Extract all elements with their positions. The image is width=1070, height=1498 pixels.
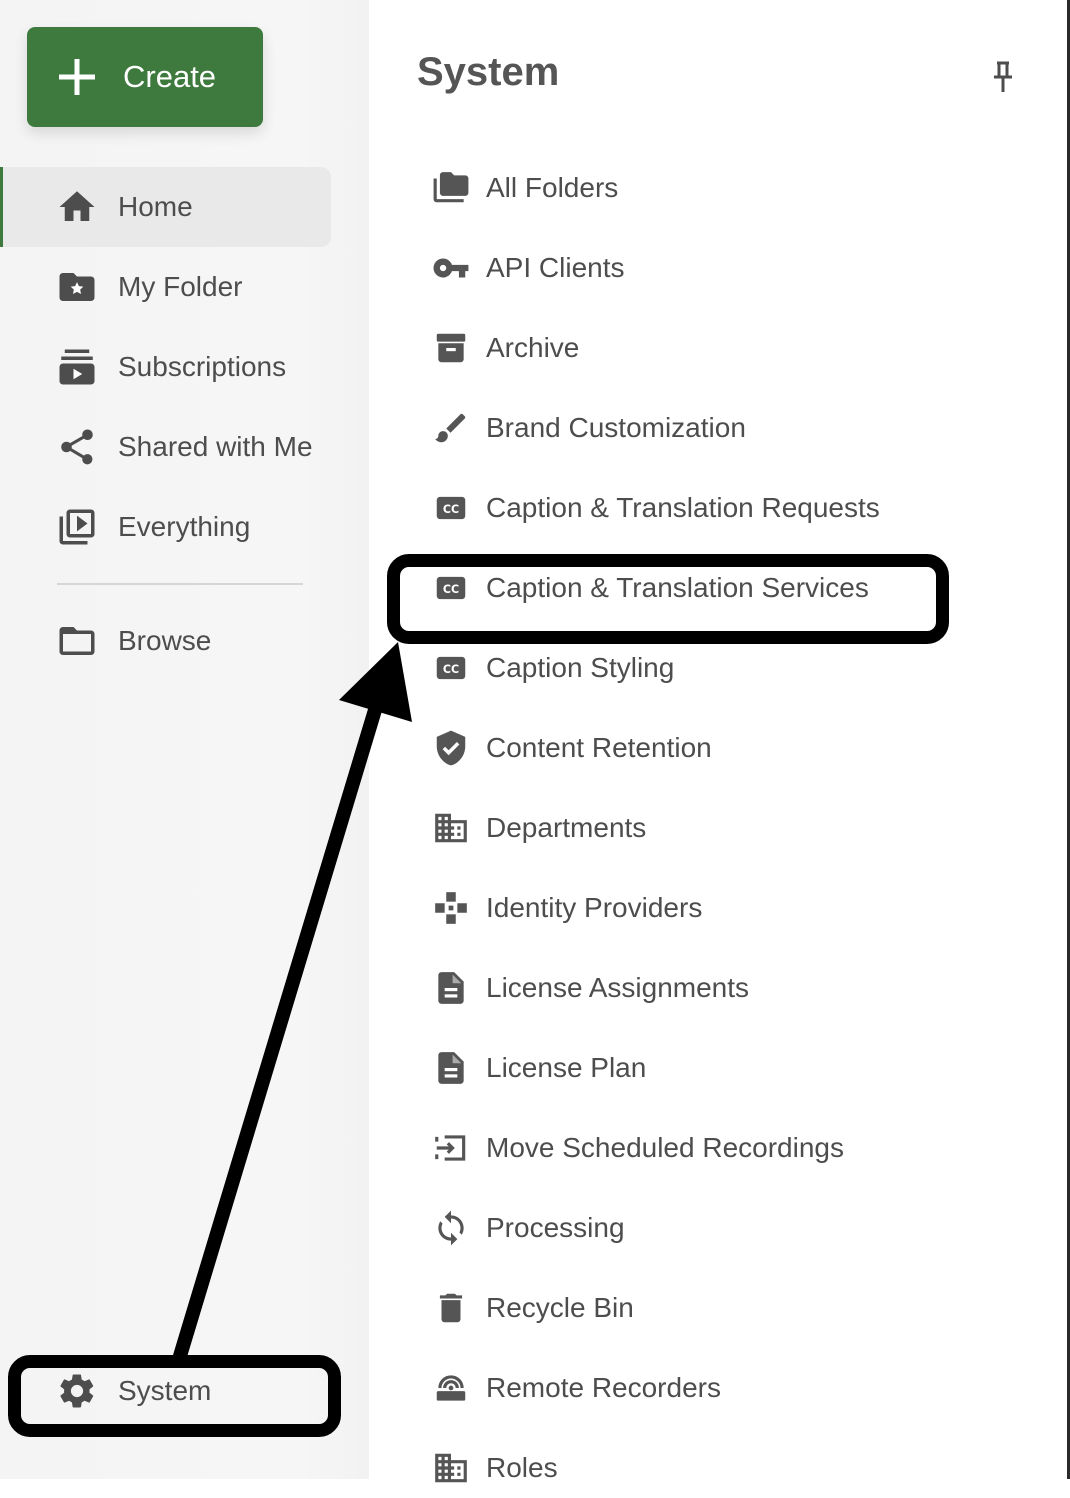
system-item-label: Brand Customization bbox=[486, 412, 746, 443]
system-item-label: Archive bbox=[486, 332, 580, 363]
building-icon bbox=[435, 1453, 467, 1483]
system-item-label: Departments bbox=[486, 812, 647, 843]
closed-caption-icon: CC bbox=[436, 496, 466, 520]
folder-outline-icon bbox=[59, 627, 95, 655]
sidebar-item-label: My Folder bbox=[118, 271, 243, 302]
gear-icon bbox=[60, 1374, 94, 1408]
system-item-label: Caption & Translation Requests bbox=[486, 492, 880, 523]
closed-caption-icon: CC bbox=[436, 576, 466, 600]
closed-caption-icon: CC bbox=[436, 656, 466, 680]
sidebar-item-label: Subscriptions bbox=[118, 351, 287, 382]
system-item-label: Caption & Translation Services bbox=[486, 572, 869, 603]
system-item-caption-translation-services[interactable]: CC Caption & Translation Services bbox=[432, 558, 869, 618]
document-icon bbox=[438, 1052, 464, 1084]
connection-icon bbox=[435, 892, 467, 924]
archive-icon bbox=[436, 333, 466, 363]
sync-icon bbox=[438, 1210, 464, 1246]
subscriptions-icon bbox=[59, 349, 95, 385]
system-item-archive[interactable]: Archive bbox=[432, 318, 579, 378]
left-sidebar: Create Home My Folder Subscriptions Shar… bbox=[0, 0, 369, 1479]
system-item-roles[interactable]: Roles bbox=[432, 1438, 558, 1498]
system-item-label: Recycle Bin bbox=[486, 1292, 634, 1323]
svg-text:CC: CC bbox=[443, 583, 459, 596]
folder-star-icon bbox=[59, 273, 95, 301]
key-icon bbox=[433, 258, 469, 278]
system-item-content-retention[interactable]: Content Retention bbox=[432, 718, 712, 778]
sidebar-item-everything[interactable]: Everything bbox=[0, 487, 331, 567]
system-item-caption-styling[interactable]: CC Caption Styling bbox=[432, 638, 674, 698]
system-item-label: Move Scheduled Recordings bbox=[486, 1132, 844, 1163]
sidebar-item-label: System bbox=[118, 1375, 212, 1406]
system-item-caption-translation-requests[interactable]: CC Caption & Translation Requests bbox=[432, 478, 880, 538]
system-panel-title: System bbox=[417, 50, 560, 94]
sidebar-item-my-folder[interactable]: My Folder bbox=[0, 247, 331, 327]
system-item-recycle-bin[interactable]: Recycle Bin bbox=[432, 1278, 634, 1338]
system-item-label: Roles bbox=[486, 1452, 558, 1483]
share-icon bbox=[61, 429, 93, 465]
system-item-remote-recorders[interactable]: Remote Recorders bbox=[432, 1358, 721, 1418]
system-item-all-folders[interactable]: All Folders bbox=[432, 158, 618, 218]
system-item-label: Processing bbox=[486, 1212, 625, 1243]
sidebar-item-label: Everything bbox=[118, 511, 251, 542]
home-icon bbox=[59, 191, 95, 221]
system-item-processing[interactable]: Processing bbox=[432, 1198, 625, 1258]
system-item-identity-providers[interactable]: Identity Providers bbox=[432, 878, 702, 938]
pin-icon[interactable] bbox=[990, 60, 1016, 94]
sidebar-divider bbox=[57, 583, 303, 585]
system-item-label: Remote Recorders bbox=[486, 1372, 721, 1403]
system-item-move-scheduled-recordings[interactable]: Move Scheduled Recordings bbox=[432, 1118, 844, 1178]
system-item-departments[interactable]: Departments bbox=[432, 798, 646, 858]
video-library-icon bbox=[59, 509, 95, 545]
sidebar-item-system[interactable]: System bbox=[0, 1351, 331, 1431]
sidebar-item-home[interactable]: Home bbox=[0, 167, 331, 247]
create-button-label: Create bbox=[123, 59, 217, 94]
svg-text:CC: CC bbox=[443, 503, 459, 516]
sidebar-item-label: Shared with Me bbox=[118, 431, 313, 462]
system-item-license-plan[interactable]: License Plan bbox=[432, 1038, 646, 1098]
document-icon bbox=[438, 972, 464, 1004]
sidebar-item-subscriptions[interactable]: Subscriptions bbox=[0, 327, 331, 407]
sidebar-item-browse[interactable]: Browse bbox=[0, 601, 331, 681]
system-item-label: License Plan bbox=[486, 1052, 647, 1083]
system-item-label: Content Retention bbox=[486, 732, 712, 763]
folders-icon bbox=[433, 172, 469, 203]
system-item-label: All Folders bbox=[486, 172, 619, 203]
sidebar-item-label: Home bbox=[118, 191, 193, 222]
plus-icon bbox=[59, 59, 95, 95]
system-item-label: API Clients bbox=[486, 252, 625, 283]
shield-check-icon bbox=[436, 730, 466, 766]
system-item-license-assignments[interactable]: License Assignments bbox=[432, 958, 749, 1018]
system-item-label: License Assignments bbox=[486, 972, 750, 1003]
system-item-api-clients[interactable]: API Clients bbox=[432, 238, 625, 298]
move-icon bbox=[435, 1135, 466, 1161]
recorder-icon bbox=[436, 1375, 466, 1401]
brush-icon bbox=[435, 413, 466, 443]
building-icon bbox=[435, 813, 467, 843]
create-button[interactable]: Create bbox=[27, 27, 263, 127]
trash-icon bbox=[439, 1293, 463, 1323]
sidebar-item-shared-with-me[interactable]: Shared with Me bbox=[0, 407, 331, 487]
svg-text:CC: CC bbox=[443, 663, 459, 676]
system-item-brand-customization[interactable]: Brand Customization bbox=[432, 398, 746, 458]
system-item-label: Caption Styling bbox=[486, 652, 675, 683]
system-item-label: Identity Providers bbox=[486, 892, 703, 923]
sidebar-item-label: Browse bbox=[118, 625, 212, 656]
